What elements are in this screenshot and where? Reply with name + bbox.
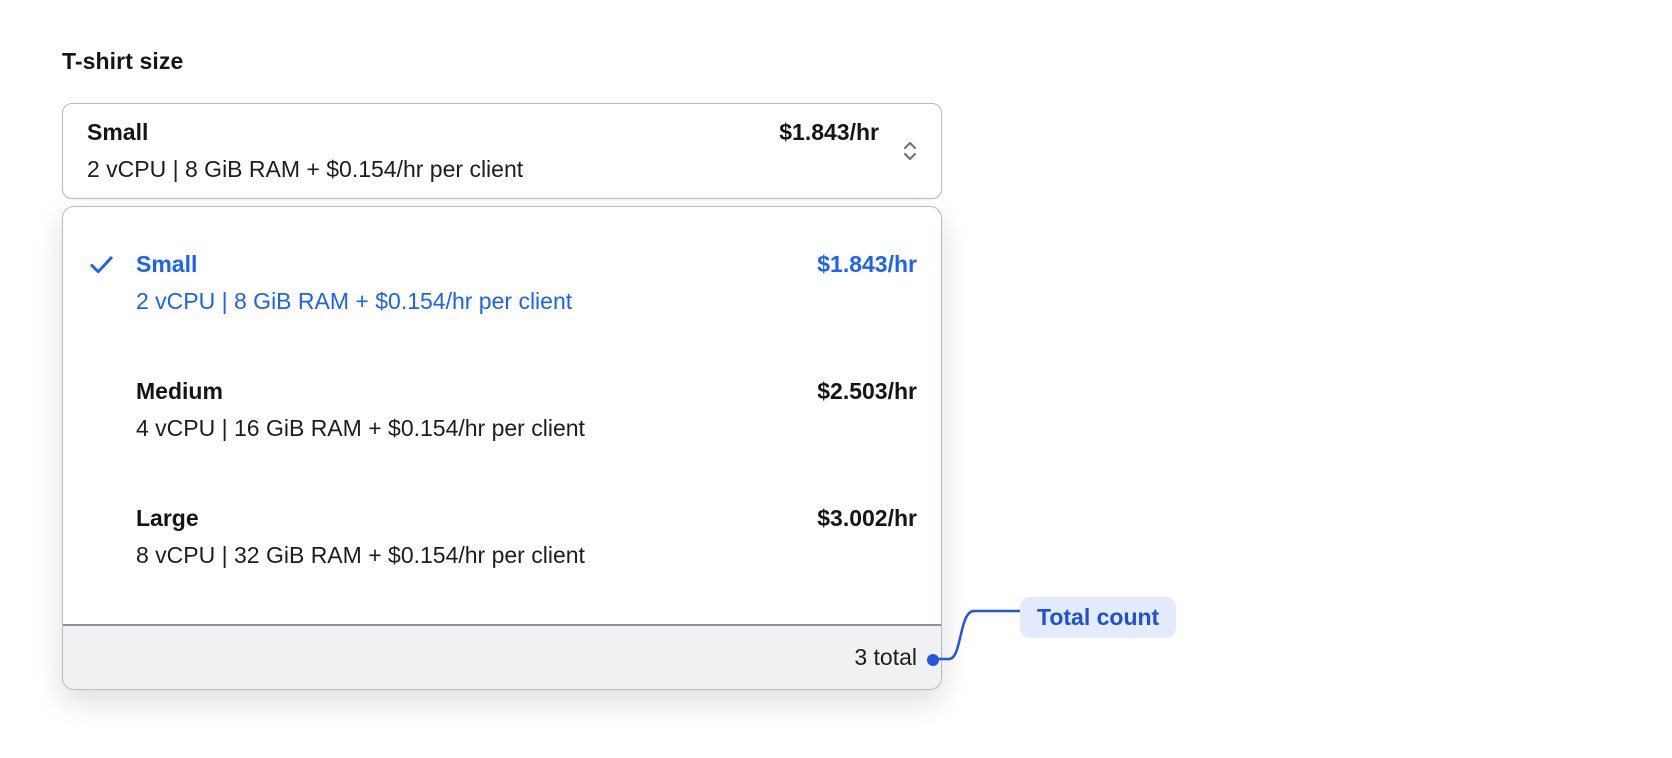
tshirt-size-dropdown: Small $1.843/hr 2 vCPU | 8 GiB RAM + $0.… <box>62 206 942 690</box>
annotation-anchor-dot <box>927 654 939 666</box>
option-title: Large <box>136 505 199 531</box>
trigger-selected-title: Small <box>87 119 149 145</box>
total-count-text: 3 total <box>854 644 917 670</box>
option-price: $2.503/hr <box>817 378 917 404</box>
option-list: Small $1.843/hr 2 vCPU | 8 GiB RAM + $0.… <box>63 207 941 624</box>
option-title: Small <box>136 251 198 277</box>
option-small[interactable]: Small $1.843/hr 2 vCPU | 8 GiB RAM + $0.… <box>63 220 941 347</box>
check-placeholder <box>87 500 136 537</box>
annotation-label: Total count <box>1020 597 1177 638</box>
annotation-connector-line <box>933 609 1025 661</box>
option-medium[interactable]: Medium $2.503/hr 4 vCPU | 16 GiB RAM + $… <box>63 347 941 474</box>
option-price: $3.002/hr <box>817 505 917 531</box>
trigger-selected-description: 2 vCPU | 8 GiB RAM + $0.154/hr per clien… <box>87 156 524 182</box>
page: T-shirt size Small $1.843/hr 2 vCPU | 8 … <box>0 0 1672 758</box>
option-description: 4 vCPU | 16 GiB RAM + $0.154/hr per clie… <box>136 415 585 441</box>
option-large[interactable]: Large $3.002/hr 8 vCPU | 32 GiB RAM + $0… <box>63 474 941 601</box>
option-description: 8 vCPU | 32 GiB RAM + $0.154/hr per clie… <box>136 542 585 568</box>
dropdown-footer: 3 total <box>63 624 941 689</box>
option-description: 2 vCPU | 8 GiB RAM + $0.154/hr per clien… <box>136 288 573 314</box>
trigger-selected-price: $1.843/hr <box>779 119 879 145</box>
check-icon <box>87 246 136 283</box>
option-title: Medium <box>136 378 223 404</box>
field-label: T-shirt size <box>62 48 184 74</box>
check-placeholder <box>87 373 136 410</box>
option-price: $1.843/hr <box>817 251 917 277</box>
tshirt-size-select-trigger[interactable]: Small $1.843/hr 2 vCPU | 8 GiB RAM + $0.… <box>62 103 942 199</box>
select-chevron-up-down-icon <box>901 139 919 163</box>
